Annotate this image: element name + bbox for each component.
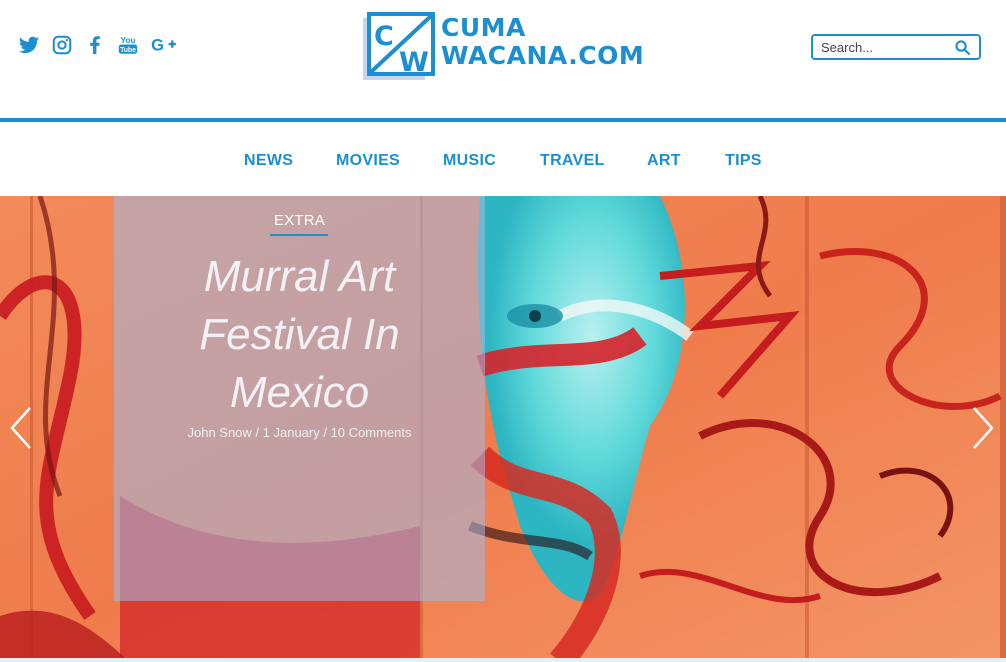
nav-item-tips[interactable]: TIPS [725, 152, 762, 170]
twitter-icon[interactable] [18, 34, 40, 56]
hero-caption-panel: EXTRA Murral Art Festival In Mexico John… [114, 196, 485, 601]
search-box [811, 34, 981, 60]
hero-category-underline [270, 234, 328, 236]
hero-category-label[interactable]: EXTRA [114, 212, 485, 229]
site-logo[interactable]: C W CUMA WACANA.COM [363, 12, 644, 80]
svg-text:You: You [121, 36, 136, 45]
chevron-left-icon [10, 407, 31, 449]
logo-mark-icon: C W [363, 12, 435, 80]
logo-letter-w: W [399, 47, 429, 78]
google-plus-icon[interactable]: G [150, 34, 178, 56]
nav-item-travel[interactable]: TRAVEL [540, 152, 605, 170]
slider-next-button[interactable] [968, 404, 998, 452]
svg-text:G: G [151, 37, 164, 55]
logo-letter-c: C [374, 21, 394, 52]
instagram-icon[interactable] [51, 34, 73, 56]
nav-item-music[interactable]: MUSIC [443, 152, 496, 170]
main-nav: NEWS MOVIES MUSIC TRAVEL ART TIPS [0, 122, 1006, 196]
page: You Tube G C W CUMA WACANA.COM Search...… [0, 0, 1006, 662]
slider-prev-button[interactable] [6, 404, 36, 452]
logo-line-2: WACANA.COM [441, 41, 645, 70]
logo-line-1: CUMA [441, 13, 526, 42]
site-header: You Tube G C W CUMA WACANA.COM Search... [0, 0, 1006, 118]
youtube-icon[interactable]: You Tube [117, 34, 139, 56]
nav-item-movies[interactable]: MOVIES [336, 152, 400, 170]
hero-slider: EXTRA Murral Art Festival In Mexico John… [0, 196, 1006, 662]
hero-title-line-2: Festival In [199, 310, 400, 359]
hero-title-line-3: Mexico [229, 368, 370, 417]
social-links: You Tube G [18, 34, 189, 56]
logo-wordmark: CUMA WACANA.COM [441, 14, 644, 70]
nav-item-news[interactable]: NEWS [244, 152, 293, 170]
hero-title-line-1: Murral Art [203, 252, 396, 301]
svg-text:Tube: Tube [120, 47, 136, 54]
chevron-right-icon [973, 407, 994, 449]
search-icon[interactable] [954, 39, 971, 56]
hero-meta: John Snow / 1 January / 10 Comments [187, 425, 412, 440]
facebook-icon[interactable] [84, 34, 106, 56]
search-input[interactable] [821, 38, 949, 56]
nav-item-art[interactable]: ART [647, 152, 681, 170]
hero-title[interactable]: Murral Art Festival In Mexico [114, 248, 485, 422]
hero-bottom-edge [0, 658, 1006, 662]
